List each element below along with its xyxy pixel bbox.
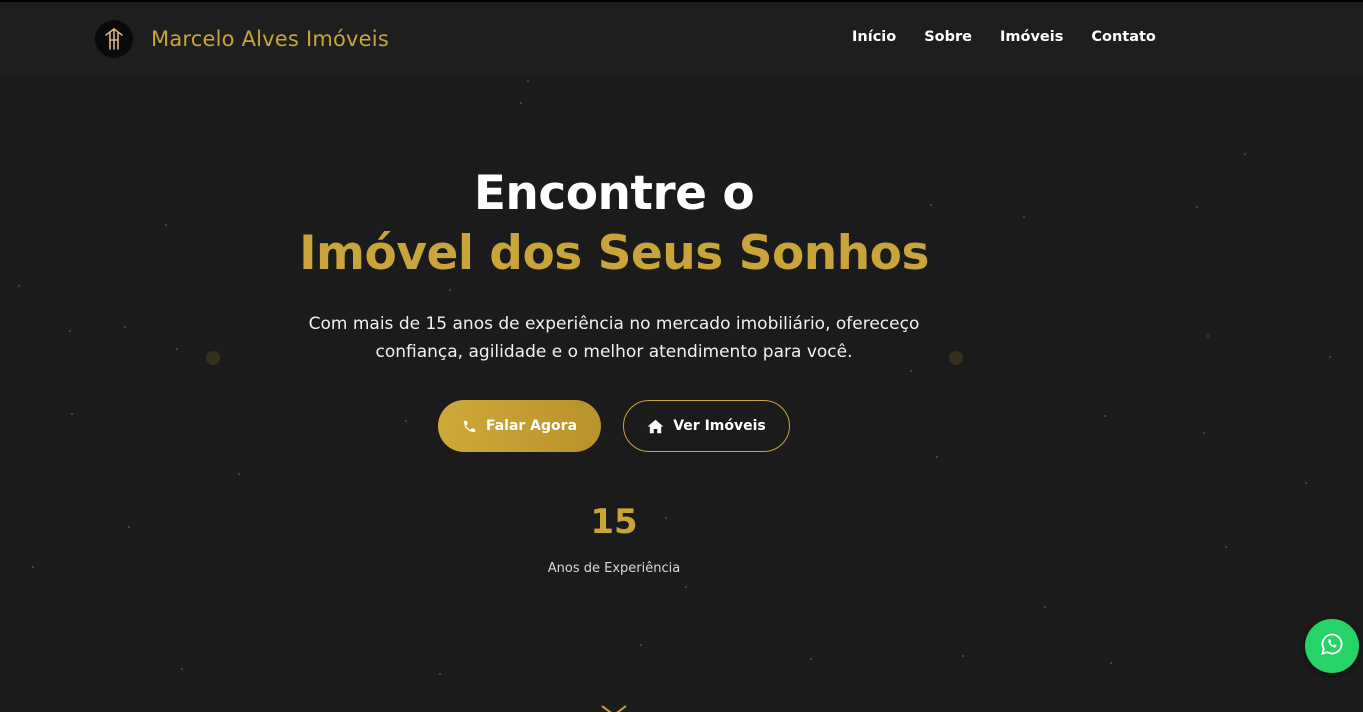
- brand-name: Marcelo Alves Imóveis: [151, 27, 389, 51]
- nav-contato[interactable]: Contato: [1091, 29, 1156, 45]
- whatsapp-icon: [1320, 632, 1344, 660]
- hero-subtitle-line2: confiança, agilidade e o melhor atendime…: [375, 342, 853, 362]
- logo-link[interactable]: Marcelo Alves Imóveis: [95, 20, 389, 58]
- hero-subtitle-line1: Com mais de 15 anos de experiência no me…: [308, 314, 920, 334]
- hero-subtitle: Com mais de 15 anos de experiência no me…: [290, 310, 938, 366]
- home-icon: [647, 419, 664, 434]
- experience-years-number: 15: [590, 502, 638, 542]
- logo-mark-icon: [95, 20, 133, 58]
- experience-years-label: Anos de Experiência: [547, 561, 681, 576]
- nav-sobre[interactable]: Sobre: [924, 29, 972, 45]
- hero-title: Encontre o: [473, 166, 755, 221]
- phone-icon: [462, 419, 477, 434]
- nav-imoveis[interactable]: Imóveis: [1000, 29, 1063, 45]
- talk-now-label: Falar Agora: [485, 418, 578, 434]
- see-properties-button[interactable]: Ver Imóveis: [623, 400, 790, 452]
- chevron-down-icon[interactable]: [600, 700, 628, 712]
- hero-title-highlight: Imóvel dos Seus Sonhos: [299, 226, 929, 281]
- main-nav: Início Sobre Imóveis Contato: [852, 29, 1156, 45]
- talk-now-button[interactable]: Falar Agora: [438, 400, 601, 452]
- whatsapp-button[interactable]: [1305, 619, 1359, 673]
- site-header: Marcelo Alves Imóveis Início Sobre Imóve…: [0, 2, 1363, 76]
- see-properties-label: Ver Imóveis: [673, 418, 766, 434]
- nav-inicio[interactable]: Início: [852, 29, 896, 45]
